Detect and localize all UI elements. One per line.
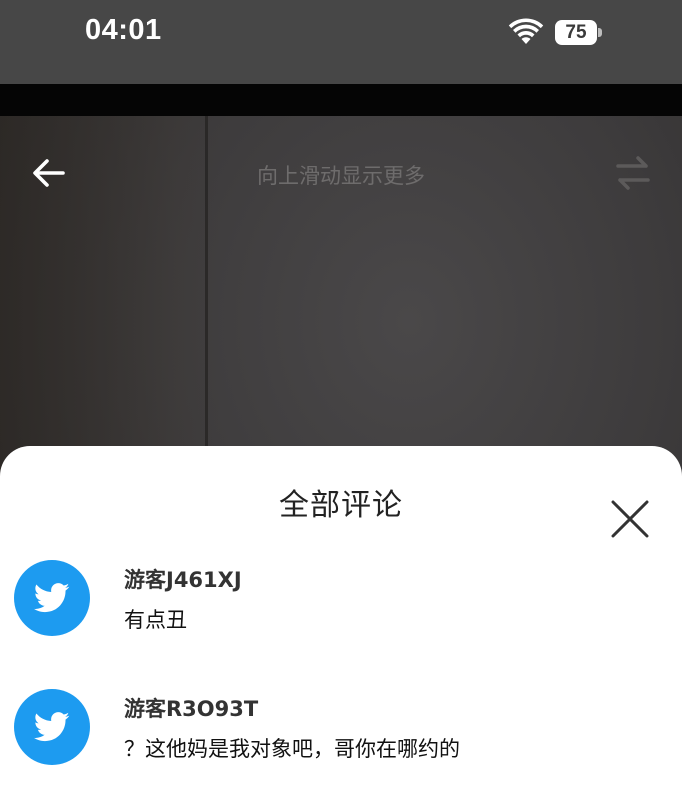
bird-icon [34,712,70,742]
wifi-icon [508,18,544,44]
comments-sheet: 全部评论 游客J461XJ 有点丑 游客R3O93T ？这他妈是我对象吧，哥你在… [0,446,682,800]
comments-title: 全部评论 [279,488,403,523]
video-comment-screen: 04:01 75 向上滑动显示更多 全部评论 游客J461XJ 有点丑 游客R3… [0,0,682,800]
comment-text: 有点丑 [124,608,187,632]
comment-text: ？这他妈是我对象吧，哥你在哪约的 [124,737,460,761]
bird-icon [34,583,70,613]
comment-item: 游客J461XJ 有点丑 [0,560,682,660]
avatar[interactable] [14,560,90,636]
top-black-band [0,84,682,116]
comment-username[interactable]: 游客J461XJ [124,564,242,594]
switch-arrows-icon[interactable] [612,152,654,194]
status-bar: 04:01 75 [0,0,682,84]
battery-indicator: 75 [555,20,597,45]
close-icon[interactable] [608,497,652,541]
avatar[interactable] [14,689,90,765]
swipe-up-hint: 向上滑动显示更多 [257,164,425,188]
status-time: 04:01 [85,14,162,46]
comment-username[interactable]: 游客R3O93T [124,693,258,723]
battery-tip [598,28,602,37]
comment-item: 游客R3O93T ？这他妈是我对象吧，哥你在哪约的 [0,689,682,789]
